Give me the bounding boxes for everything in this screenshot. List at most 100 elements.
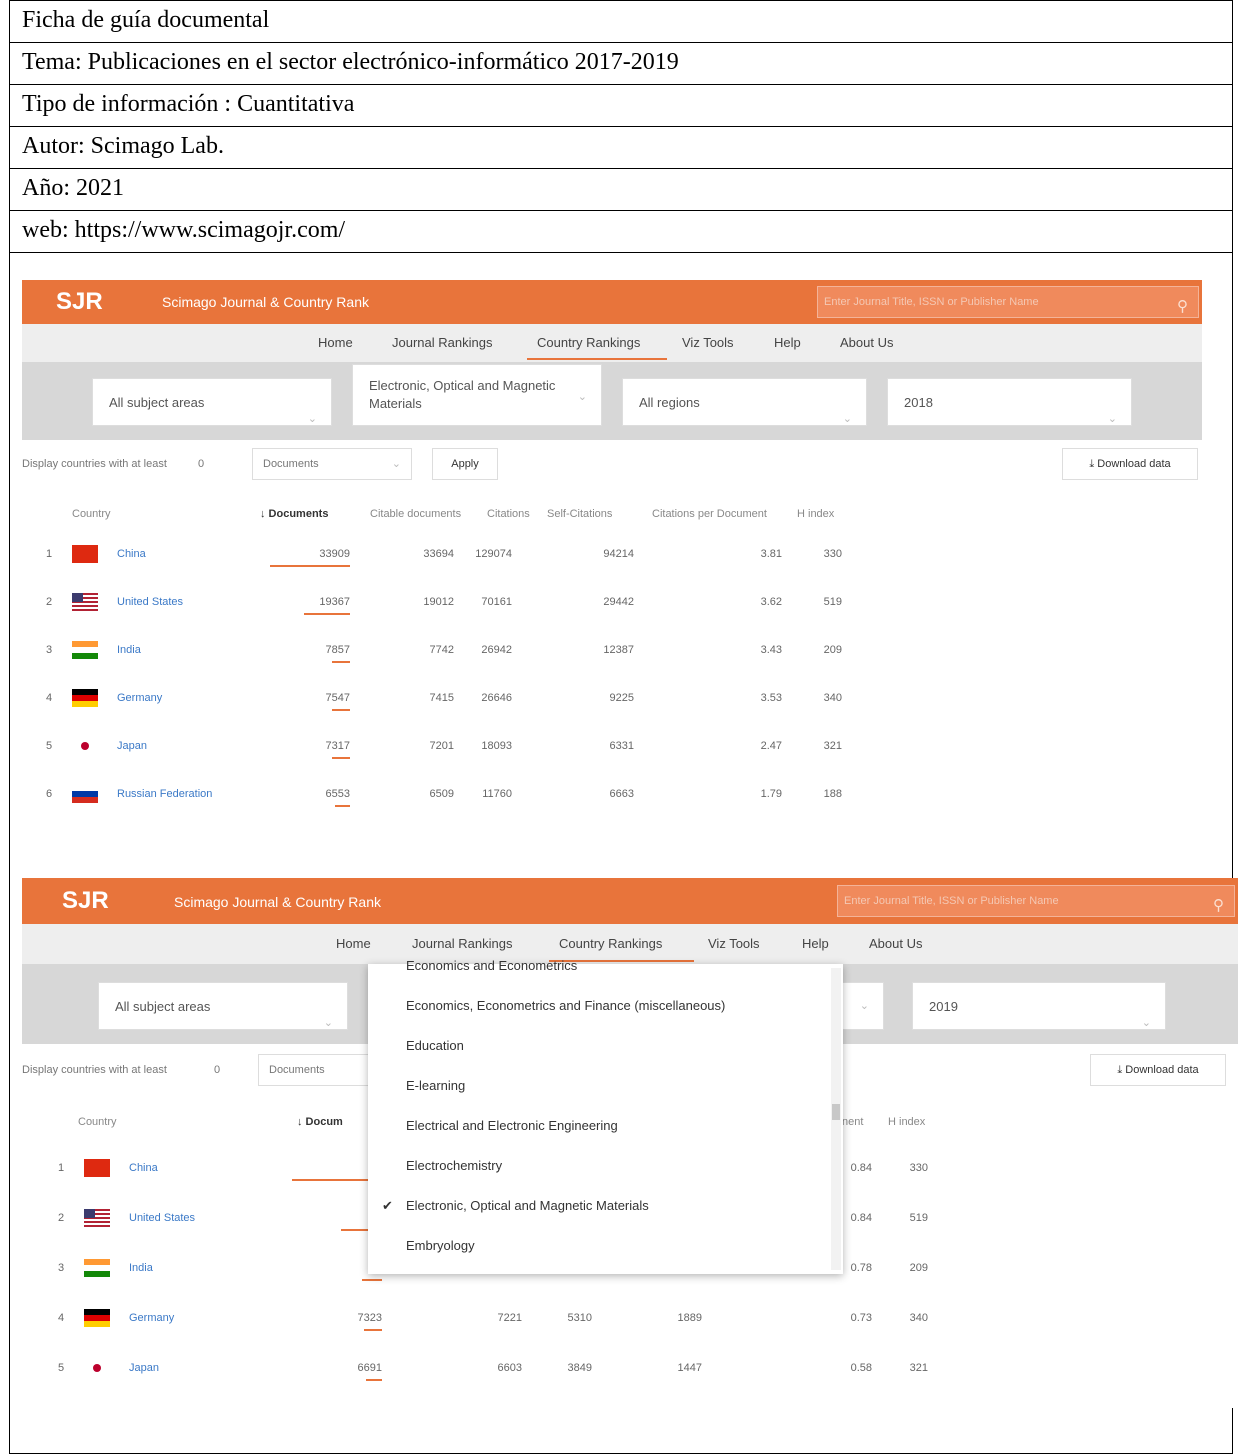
doc-topic: Tema: Publicaciones en el sector electró… xyxy=(22,49,679,75)
region-select[interactable]: All regions ⌄ xyxy=(622,378,867,426)
header-citations[interactable]: Citations xyxy=(487,508,530,520)
country-link[interactable]: India xyxy=(117,644,141,656)
year-select[interactable]: 2018 ⌄ xyxy=(887,378,1132,426)
chevron-down-icon: ⌄ xyxy=(1107,413,1117,425)
apply-button[interactable]: Apply xyxy=(432,448,498,480)
citations-per-document-value: 1.79 xyxy=(760,788,782,800)
nav-help[interactable]: Help xyxy=(802,936,829,951)
doc-web: web: https://www.scimagojr.com/ xyxy=(22,217,346,243)
chevron-down-icon: ⌄ xyxy=(391,458,401,470)
documents-select[interactable]: Documents ⌄ xyxy=(252,448,412,480)
dropdown-item[interactable]: Education xyxy=(406,1038,464,1053)
dropdown-item[interactable]: E-learning xyxy=(406,1078,465,1093)
flag-in-icon xyxy=(72,641,98,659)
doc-type-row: Tipo de información : Cuantitativa xyxy=(10,84,1232,123)
nav-about-us[interactable]: About Us xyxy=(869,936,922,951)
download-data-button[interactable]: ⤓ Download data xyxy=(1062,448,1198,480)
country-link[interactable]: United States xyxy=(117,596,183,608)
header-documents[interactable]: ↓ Docum xyxy=(297,1116,343,1128)
nav-about-us[interactable]: About Us xyxy=(840,335,893,350)
search-icon[interactable]: ⚲ xyxy=(1213,891,1224,921)
documents-bar xyxy=(332,709,350,711)
site-name[interactable]: Scimago Journal & Country Rank xyxy=(174,894,381,910)
year-value: 2019 xyxy=(929,999,958,1014)
country-link[interactable]: Germany xyxy=(117,692,162,704)
search-input[interactable]: Enter Journal Title, ISSN or Publisher N… xyxy=(837,885,1235,917)
sjr-logo[interactable]: SJR xyxy=(56,288,103,316)
nav-viz-tools[interactable]: Viz Tools xyxy=(682,335,734,350)
dropdown-item[interactable]: Electrochemistry xyxy=(406,1158,502,1173)
nav-journal-rankings[interactable]: Journal Rankings xyxy=(392,335,492,350)
citable-documents-value: 6509 xyxy=(429,788,454,800)
header-documents[interactable]: ↓ Documents xyxy=(260,508,328,520)
sjr-logo[interactable]: SJR xyxy=(62,887,109,915)
nav-home[interactable]: Home xyxy=(318,335,353,350)
download-label: Download data xyxy=(1125,1064,1199,1076)
header-citations-per-document[interactable]: Citations per Document xyxy=(652,508,767,520)
country-link[interactable]: Russian Federation xyxy=(117,788,212,800)
nav-journal-rankings[interactable]: Journal Rankings xyxy=(412,936,512,951)
flag-jp-icon xyxy=(72,737,98,755)
documents-value: 7323 xyxy=(357,1312,382,1324)
country-link[interactable]: China xyxy=(117,548,146,560)
citations-per-document-value: 3.53 xyxy=(760,692,782,704)
display-min-label: Display countries with at least xyxy=(22,1064,167,1076)
subject-category-dropdown[interactable]: Economics and Econometrics Economics, Eco… xyxy=(368,958,843,1274)
flag-ru-icon xyxy=(72,785,98,803)
nav-home[interactable]: Home xyxy=(336,936,371,951)
header-country[interactable]: Country xyxy=(72,508,111,520)
doc-web-row: web: https://www.scimagojr.com/ xyxy=(10,210,1232,249)
doc-image-row-border xyxy=(10,252,1232,253)
header-country[interactable]: Country xyxy=(78,1116,117,1128)
search-icon[interactable]: ⚲ xyxy=(1177,292,1188,322)
citations-value: 11760 xyxy=(482,788,512,800)
display-min-value[interactable]: 0 xyxy=(214,1064,220,1076)
country-link[interactable]: Japan xyxy=(117,740,147,752)
country-link[interactable]: Japan xyxy=(129,1362,159,1374)
rank-number: 4 xyxy=(46,692,53,704)
doc-type: Tipo de información : Cuantitativa xyxy=(22,91,355,117)
documents-value: 7317 xyxy=(325,740,350,752)
display-min-value[interactable]: 0 xyxy=(198,458,204,470)
header-self-citations[interactable]: Self-Citations xyxy=(547,508,612,520)
nav-help[interactable]: Help xyxy=(774,335,801,350)
dropdown-item[interactable]: Economics and Econometrics xyxy=(406,958,577,973)
country-link[interactable]: Germany xyxy=(129,1312,174,1324)
subject-category-select[interactable]: Electronic, Optical and Magnetic Materia… xyxy=(352,364,602,426)
country-link[interactable]: China xyxy=(129,1162,158,1174)
download-data-button[interactable]: ⤓ Download data xyxy=(1090,1054,1226,1086)
header-citable-documents[interactable]: Citable documents xyxy=(370,508,461,520)
dropdown-item[interactable]: Embryology xyxy=(406,1238,475,1253)
nav-viz-tools[interactable]: Viz Tools xyxy=(708,936,760,951)
citations-value: 5310 xyxy=(567,1312,592,1324)
nav-country-rankings[interactable]: Country Rankings xyxy=(559,936,662,951)
dropdown-item[interactable]: Economics, Econometrics and Finance (mis… xyxy=(406,998,725,1013)
header-h-index[interactable]: H index xyxy=(888,1116,925,1128)
country-link[interactable]: United States xyxy=(129,1212,195,1224)
doc-topic-row: Tema: Publicaciones en el sector electró… xyxy=(10,42,1232,81)
doc-title: Ficha de guía documental xyxy=(22,7,270,33)
flag-cn-icon xyxy=(84,1159,110,1177)
nav-country-rankings[interactable]: Country Rankings xyxy=(537,335,640,350)
subject-area-select[interactable]: All subject areas ⌄ xyxy=(98,982,348,1030)
year-value: 2018 xyxy=(904,395,933,410)
country-link[interactable]: India xyxy=(129,1262,153,1274)
site-name[interactable]: Scimago Journal & Country Rank xyxy=(162,294,369,310)
header-h-index[interactable]: H index xyxy=(797,508,834,520)
subject-area-select[interactable]: All subject areas ⌄ xyxy=(92,378,332,426)
year-select[interactable]: 2019 ⌄ xyxy=(912,982,1166,1030)
search-input[interactable]: Enter Journal Title, ISSN or Publisher N… xyxy=(817,286,1199,318)
documents-bar xyxy=(362,1279,382,1281)
dropdown-scrollbar[interactable] xyxy=(831,968,841,1270)
documents-select-value: Documents xyxy=(269,1064,325,1076)
dropdown-item[interactable]: Electrical and Electronic Engineering xyxy=(406,1118,618,1133)
scrollbar-thumb[interactable] xyxy=(832,1104,840,1120)
dropdown-item[interactable]: Electronic, Optical and Magnetic Materia… xyxy=(406,1198,649,1213)
flag-us-icon xyxy=(72,593,98,611)
citations-per-document-value: 0.58 xyxy=(850,1362,872,1374)
rank-number: 3 xyxy=(58,1262,65,1274)
citable-documents-value: 7742 xyxy=(429,644,454,656)
citable-documents-value: 7221 xyxy=(497,1312,522,1324)
citations-per-document-value: 2.47 xyxy=(760,740,782,752)
header-citations-per-document[interactable]: nent xyxy=(842,1116,863,1128)
